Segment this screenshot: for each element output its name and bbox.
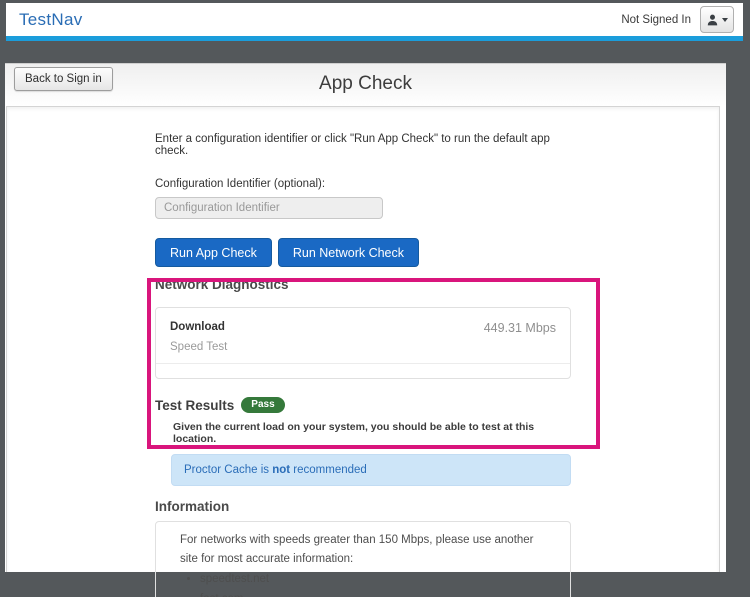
intro-text: Enter a configuration identifier or clic… xyxy=(155,133,571,157)
run-network-check-button[interactable]: Run Network Check xyxy=(278,238,419,267)
proctor-cache-alert: Proctor Cache is not recommended xyxy=(171,454,571,486)
information-note: For networks with speeds greater than 15… xyxy=(180,531,546,569)
information-box: For networks with speeds greater than 15… xyxy=(155,521,571,597)
load-summary-text: Given the current load on your system, y… xyxy=(173,421,571,445)
top-bar-right: Not Signed In xyxy=(621,6,734,33)
page-background: TestNav Not Signed In Back to Sign in Ap… xyxy=(0,0,750,597)
back-to-signin-button[interactable]: Back to Sign in xyxy=(14,67,113,91)
info-link-speedtest: speedtest.net xyxy=(200,569,546,589)
action-buttons-row: Run App Check Run Network Check xyxy=(155,238,571,267)
person-icon xyxy=(706,14,719,26)
speed-test-row: Download Speed Test 449.31 Mbps xyxy=(156,308,570,364)
information-heading: Information xyxy=(155,499,571,514)
top-bar: TestNav Not Signed In xyxy=(6,3,743,41)
test-results-heading: Test Results xyxy=(155,398,234,413)
user-menu-button[interactable] xyxy=(700,6,734,33)
main-area: Back to Sign in App Check Enter a config… xyxy=(5,63,726,572)
proctor-note-prefix: Proctor Cache is xyxy=(184,464,272,476)
network-diagnostics-heading: Network Diagnostics xyxy=(155,277,571,292)
download-metric-label: Download xyxy=(170,321,227,333)
pass-status-badge: Pass xyxy=(241,397,284,413)
content-column: Enter a configuration identifier or clic… xyxy=(155,133,571,597)
testnav-logo: TestNav xyxy=(19,10,83,30)
title-bar: Back to Sign in App Check xyxy=(5,64,726,106)
content-panel: Enter a configuration identifier or clic… xyxy=(6,106,720,572)
speed-card-empty-row xyxy=(156,364,570,378)
proctor-note-emphasis: not xyxy=(272,464,290,476)
config-identifier-input[interactable] xyxy=(155,197,383,219)
proctor-note-suffix: recommended xyxy=(290,464,367,476)
speed-test-card: Download Speed Test 449.31 Mbps xyxy=(155,307,571,379)
speed-test-source-label: Speed Test xyxy=(170,341,227,353)
test-results-heading-row: Test Results Pass xyxy=(155,397,571,413)
speed-test-labels: Download Speed Test xyxy=(170,321,227,353)
info-link-fastcom: fast.com xyxy=(200,589,546,597)
page-title: App Check xyxy=(5,64,726,104)
download-speed-value: 449.31 Mbps xyxy=(484,321,556,335)
caret-down-icon xyxy=(722,18,728,22)
config-identifier-label: Configuration Identifier (optional): xyxy=(155,178,571,190)
information-links-list: speedtest.net fast.com xyxy=(186,569,546,597)
signin-status: Not Signed In xyxy=(621,14,691,26)
run-app-check-button[interactable]: Run App Check xyxy=(155,238,272,267)
